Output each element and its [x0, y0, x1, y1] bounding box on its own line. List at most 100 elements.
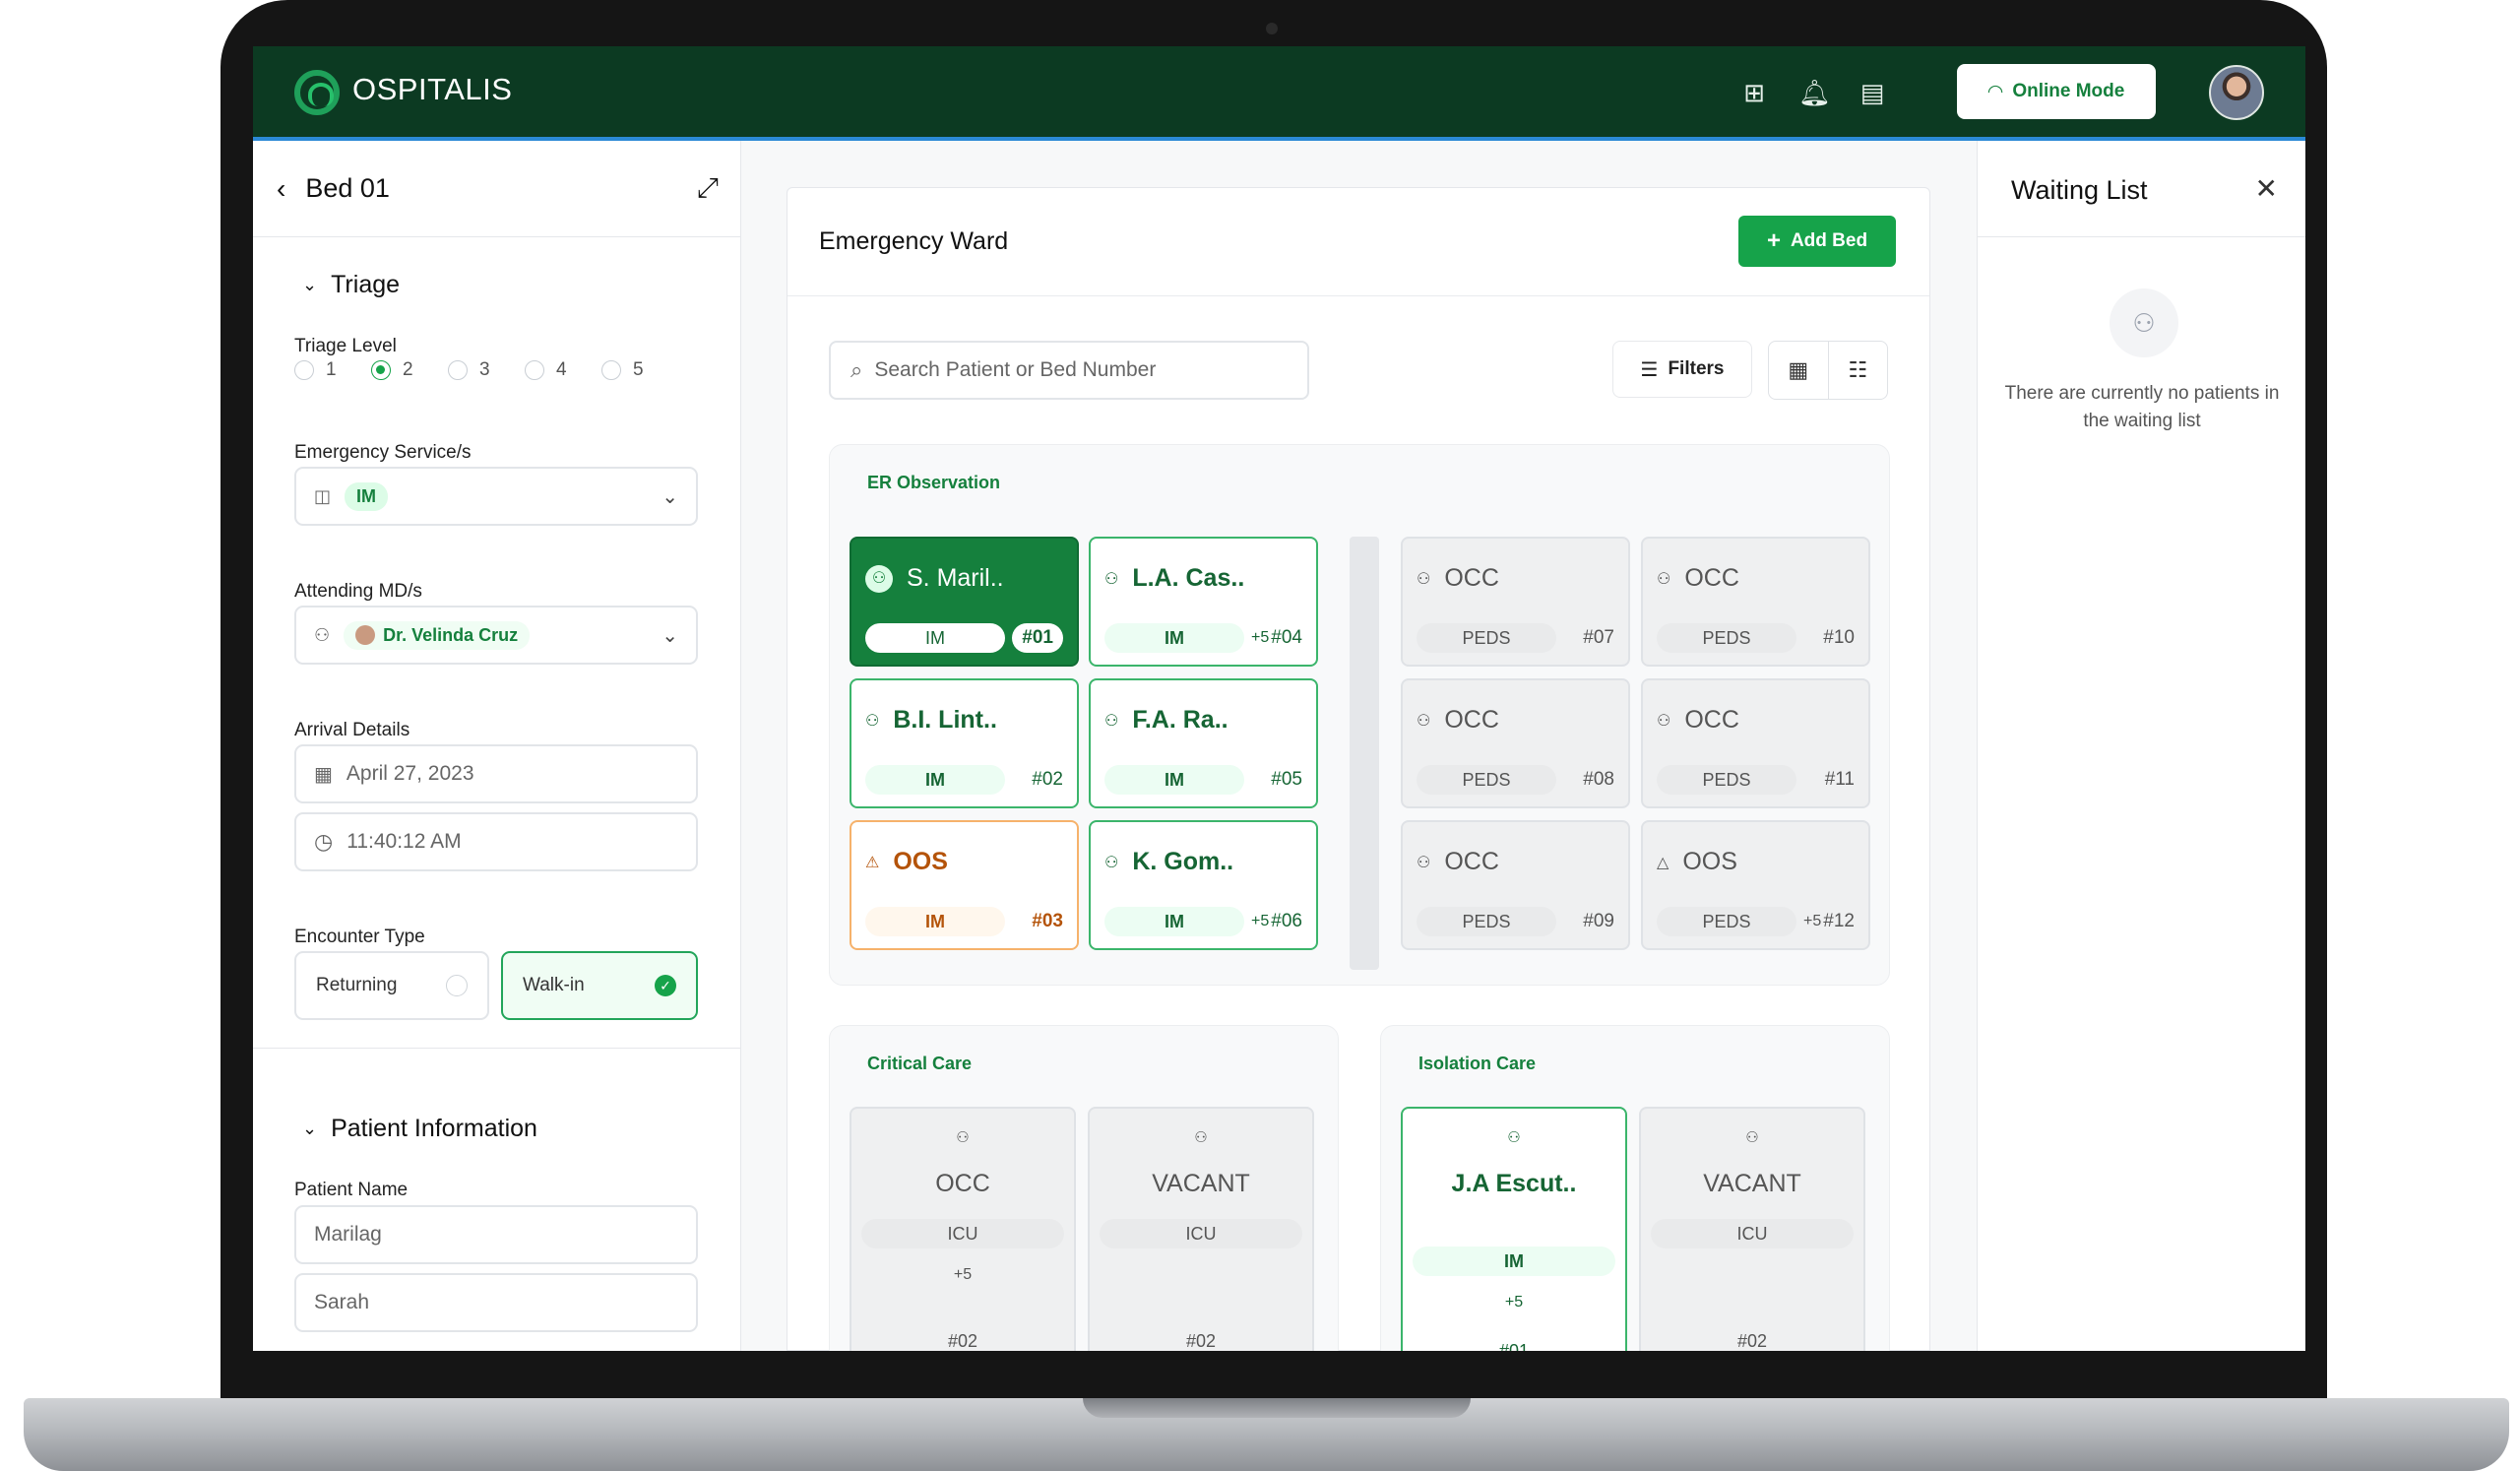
bed-top: ⚠ OOS: [865, 848, 948, 876]
top-navbar: OSPITALIS ⊞ 🔔︎ ▤ ◠ Online Mode: [253, 46, 2305, 141]
bed-service: PEDS: [1657, 623, 1796, 653]
bed-card[interactable]: ⚇ OCC ICU +5 #02: [850, 1107, 1076, 1351]
user-avatar[interactable]: [2209, 65, 2264, 120]
bed-card[interactable]: ⚇ OCC PEDS #11: [1641, 678, 1870, 808]
bed-number: #04: [1271, 627, 1302, 648]
expand-icon[interactable]: ⤢: [697, 172, 719, 205]
close-icon[interactable]: ✕: [2255, 172, 2278, 205]
person-icon: ⚇: [1104, 570, 1119, 588]
bed-card[interactable]: △ OOS PEDS +5 #12: [1641, 820, 1870, 950]
laptop-scene: OSPITALIS ⊞ 🔔︎ ▤ ◠ Online Mode ‹ Bed 01 …: [0, 0, 2520, 1471]
triage-level-radios: 1 2 3 4 5: [294, 359, 678, 381]
bed-card[interactable]: ⚇ F.A. Ra.. IM #05: [1089, 678, 1318, 808]
bed-service: PEDS: [1657, 765, 1796, 795]
service-icon: ◫: [314, 485, 332, 506]
bed-card[interactable]: ⚇ K. Gom.. IM +5 #06: [1089, 820, 1318, 950]
bed-top: ⚇ OCC: [1417, 848, 1499, 876]
filters-button[interactable]: ☰ Filters: [1612, 341, 1752, 398]
triage-radio-5[interactable]: 5: [601, 359, 678, 381]
bed-top: △ OOS: [1657, 848, 1737, 876]
last-name-input[interactable]: Marilag: [294, 1205, 698, 1264]
radio-label: 5: [633, 359, 644, 380]
add-bed-button[interactable]: + Add Bed: [1738, 216, 1896, 267]
triage-radio-1[interactable]: 1: [294, 359, 371, 381]
bed-extra: +5: [1251, 913, 1270, 929]
bed-label: F.A. Ra..: [1132, 706, 1228, 734]
emergency-service-select[interactable]: ◫ IM ⌄: [294, 467, 698, 526]
isolation-care-group: Isolation Care ⚇ J.A Escut.. IM +5 #01 ⚇…: [1380, 1025, 1890, 1351]
triage-section-toggle[interactable]: ⌄ Triage: [302, 271, 400, 299]
bed-card[interactable]: ⚇ B.I. Lint.. IM #02: [850, 678, 1079, 808]
bed-label: L.A. Cas..: [1132, 564, 1245, 592]
bed-service: PEDS: [1417, 907, 1556, 936]
bed-service: ICU: [1651, 1219, 1854, 1248]
bed-service: ICU: [861, 1219, 1064, 1248]
radio-label: 2: [403, 359, 413, 380]
bed-top: ⚇ OCC: [1417, 564, 1499, 593]
bed-label: OOS: [1682, 848, 1737, 875]
bed-service: IM: [865, 623, 1005, 653]
back-chevron-icon[interactable]: ‹: [277, 173, 285, 205]
bed-card[interactable]: ⚇ S. Maril.. IM #01: [850, 537, 1079, 667]
filter-icon: ☰: [1640, 358, 1659, 381]
bell-icon[interactable]: 🔔︎: [1798, 78, 1831, 107]
triage-radio-3[interactable]: 3: [448, 359, 525, 381]
bed-card[interactable]: ⚇ J.A Escut.. IM +5 #01: [1401, 1107, 1627, 1351]
doctor-avatar: [355, 625, 376, 645]
arrival-date-value: April 27, 2023: [346, 762, 474, 785]
arrival-time-input[interactable]: ◷ 11:40:12 AM: [294, 812, 698, 871]
doctor-name: Dr. Velinda Cruz: [383, 624, 519, 645]
bed-card[interactable]: ⚇ OCC PEDS #07: [1401, 537, 1630, 667]
plus-icon: +: [1766, 227, 1781, 254]
bed-card[interactable]: ⚇ VACANT ICU #02: [1088, 1107, 1314, 1351]
arrival-details-label: Arrival Details: [294, 720, 410, 740]
bed-card[interactable]: ⚇ L.A. Cas.. IM +5 #04: [1089, 537, 1318, 667]
bed-card[interactable]: ⚇ OCC PEDS #10: [1641, 537, 1870, 667]
triage-radio-2[interactable]: 2: [371, 359, 448, 381]
bed-patient: J.A Escut..: [1451, 1170, 1577, 1197]
bed-label: OCC: [1444, 706, 1499, 734]
bed-card[interactable]: ⚇ OCC PEDS #08: [1401, 678, 1630, 808]
first-name-input[interactable]: Sarah: [294, 1273, 698, 1332]
triage-radio-4[interactable]: 4: [525, 359, 601, 381]
triage-level-label: Triage Level: [294, 336, 397, 356]
person-icon: ⚇: [1417, 570, 1431, 588]
add-board-icon[interactable]: ⊞: [1739, 78, 1769, 107]
bed-service: IM: [1104, 623, 1244, 653]
bed-title: Bed 01: [305, 173, 390, 203]
person-icon: ⚇: [1104, 712, 1119, 730]
patient-info-section-toggle[interactable]: ⌄ Patient Information: [302, 1115, 537, 1143]
user-remove-icon: ⚇: [2110, 288, 2178, 357]
bed-card[interactable]: ⚇ VACANT ICU #02: [1639, 1107, 1865, 1351]
first-name-value: Sarah: [314, 1291, 370, 1313]
app-screen: OSPITALIS ⊞ 🔔︎ ▤ ◠ Online Mode ‹ Bed 01 …: [253, 46, 2305, 1351]
arrival-date-input[interactable]: ▦ April 27, 2023: [294, 744, 698, 803]
encounter-walkin-option[interactable]: Walk-in ✓: [501, 951, 698, 1020]
bed-extra: +5: [1251, 629, 1270, 646]
filters-label: Filters: [1668, 358, 1725, 379]
warning-icon: △: [1657, 854, 1670, 871]
bed-number: #02: [1032, 769, 1063, 790]
list-view-icon[interactable]: ☷: [1829, 342, 1888, 399]
bed-card[interactable]: ⚠ OOS IM #03: [850, 820, 1079, 950]
online-mode-button[interactable]: ◠ Online Mode: [1957, 64, 2156, 119]
doctor-icon: ⚇: [314, 624, 331, 645]
person-icon: ⚇: [1104, 854, 1119, 871]
bed-top: ⚇ F.A. Ra..: [1104, 706, 1228, 735]
er-observation-group: ER Observation ⚇ S. Maril.. IM #01 ⚇ L.A. Cas…: [829, 444, 1890, 986]
group-title: ER Observation: [867, 473, 1001, 492]
bed-card[interactable]: ⚇ OCC PEDS #09: [1401, 820, 1630, 950]
critical-care-group: Critical Care ⚇ OCC ICU +5 #02 ⚇ VACANT …: [829, 1025, 1339, 1351]
attending-md-select[interactable]: ⚇ Dr. Velinda Cruz ⌄: [294, 606, 698, 665]
grid-view-icon[interactable]: ▦: [1769, 342, 1829, 399]
person-icon: ⚇: [1657, 712, 1671, 730]
encounter-returning-option[interactable]: Returning: [294, 951, 489, 1020]
search-icon: ⌕: [850, 357, 863, 382]
waiting-list-header: Waiting List ✕: [1978, 141, 2305, 237]
message-icon[interactable]: ▤: [1858, 78, 1887, 107]
search-input[interactable]: ⌕ Search Patient or Bed Number: [829, 341, 1309, 400]
bed-service: IM: [1104, 907, 1244, 936]
bed-label: OCC: [1684, 564, 1739, 592]
bed-label: K. Gom..: [1132, 848, 1234, 875]
person-icon: ⚇: [865, 564, 893, 593]
